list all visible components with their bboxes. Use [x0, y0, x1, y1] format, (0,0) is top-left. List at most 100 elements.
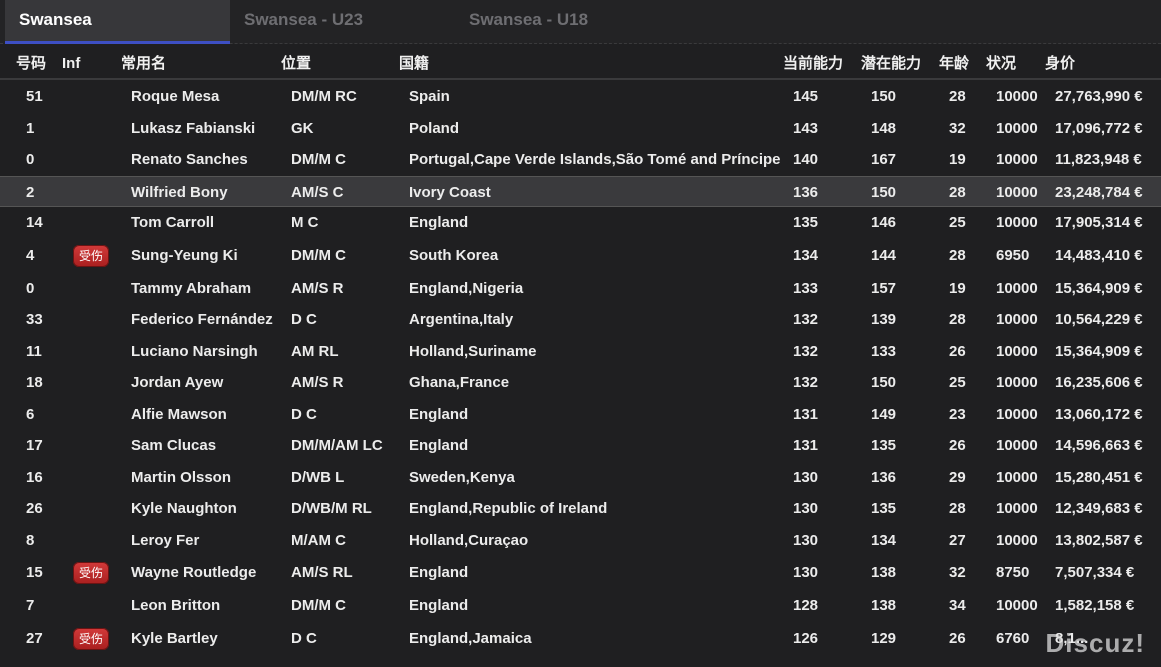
player-condition: 10000	[996, 119, 1038, 137]
player-condition: 10000	[996, 342, 1038, 360]
player-value: 15,364,909 €	[1055, 342, 1143, 360]
table-row[interactable]: 16 Martin Olsson D/WB L Sweden,Kenya 130 136 2…	[0, 462, 1161, 494]
player-potential-ability: 148	[871, 119, 897, 137]
player-number: 1	[26, 119, 35, 137]
table-row[interactable]: 0 Renato Sanches DM/M C Portugal,Cape Verde…	[0, 144, 1161, 176]
player-age: 23	[949, 405, 966, 423]
player-position: DM/M/AM LC	[291, 437, 383, 454]
tab-swansea-u23[interactable]: Swansea - U23	[230, 0, 455, 44]
player-number: 27	[26, 629, 43, 647]
player-number: 33	[26, 311, 43, 328]
player-number: 8	[26, 531, 35, 549]
player-nationality: Holland,Suriname	[409, 342, 537, 360]
player-potential-ability: 146	[871, 214, 897, 231]
column-header-age[interactable]: 年龄	[939, 50, 969, 78]
player-current-ability: 132	[793, 342, 819, 360]
tab-swansea-u18[interactable]: Swansea - U18	[455, 0, 680, 44]
player-number: 7	[26, 597, 35, 614]
table-row[interactable]: 18 Jordan Ayew AM/S R Ghana,France 132 150 25 1…	[0, 367, 1161, 399]
player-nationality: England	[409, 214, 469, 231]
player-name: Alfie Mawson	[131, 405, 227, 423]
player-position: D C	[291, 405, 317, 423]
player-current-ability: 131	[793, 437, 819, 454]
column-header-name[interactable]: 常用名	[121, 50, 166, 78]
player-age: 28	[949, 500, 966, 517]
column-header-condition[interactable]: 状况	[986, 50, 1016, 78]
player-position: AM/S C	[291, 183, 344, 201]
player-condition: 6760	[996, 629, 1030, 647]
player-potential-ability: 150	[871, 183, 897, 201]
player-name: Kyle Naughton	[131, 500, 237, 517]
table-row[interactable]: 15 受伤 Wayne Routledge AM/S RL England 130 138 3…	[0, 556, 1161, 590]
player-position: D C	[291, 629, 317, 647]
player-condition: 10000	[996, 500, 1038, 517]
player-value: 14,596,663 €	[1055, 437, 1143, 454]
table-row[interactable]: 11 Luciano Narsingh AM RL Holland,Suriname 1…	[0, 336, 1161, 368]
table-row[interactable]: 17 Sam Clucas DM/M/AM LC England 131 135 26 100…	[0, 430, 1161, 462]
table-row[interactable]: 0 Tammy Abraham AM/S R England,Nigeria 133 15…	[0, 273, 1161, 305]
player-value: 23,248,784 €	[1055, 183, 1143, 201]
table-row[interactable]: 7 Leon Britton DM/M C England 128 138 34 10000 1…	[0, 590, 1161, 622]
injury-badge: 受伤	[73, 627, 109, 650]
player-nationality: Ghana,France	[409, 374, 510, 391]
player-value: 12,349,683 €	[1055, 500, 1143, 517]
table-header: 号码 Inf 常用名 位置 国籍 当前能力 潜在能力 年龄 状况 身价	[0, 50, 1161, 80]
table-row[interactable]: 26 Kyle Naughton D/WB/M RL England,Republic…	[0, 493, 1161, 525]
player-potential-ability: 129	[871, 629, 897, 647]
player-age: 28	[949, 246, 966, 264]
player-name: Martin Olsson	[131, 468, 232, 486]
player-potential-ability: 134	[871, 531, 897, 549]
table-row[interactable]: 51 Roque Mesa DM/M RC Spain 145 150 28 10000 27,…	[0, 81, 1161, 113]
player-number: 16	[26, 468, 43, 486]
player-position: DM/M C	[291, 151, 346, 168]
table-row[interactable]: 33 Federico Fernández D C Argentina,Italy 13…	[0, 304, 1161, 336]
table-row[interactable]: 8 Leroy Fer M/AM C Holland,Curaçao 130 134 27 1…	[0, 525, 1161, 557]
player-inf: 受伤	[73, 622, 109, 656]
player-position: D/WB/M RL	[291, 500, 372, 517]
player-age: 26	[949, 437, 966, 454]
player-value: 17,096,772 €	[1055, 119, 1143, 137]
player-condition: 8750	[996, 564, 1030, 581]
column-header-position[interactable]: 位置	[281, 50, 311, 78]
player-number: 6	[26, 405, 35, 423]
column-header-value[interactable]: 身价	[1045, 50, 1075, 78]
table-row[interactable]: 4 受伤 Sung-Yeung Ki DM/M C South Korea 134 144 2…	[0, 239, 1161, 273]
player-current-ability: 130	[793, 500, 819, 517]
player-value: 11,823,948 €	[1055, 151, 1142, 168]
player-number: 18	[26, 374, 43, 391]
column-header-nationality[interactable]: 国籍	[399, 50, 429, 78]
player-current-ability: 145	[793, 88, 819, 105]
player-nationality: Sweden,Kenya	[409, 468, 515, 486]
player-potential-ability: 144	[871, 246, 897, 264]
table-row[interactable]: 2 Wilfried Bony AM/S C Ivory Coast 136 150 28 1…	[0, 175, 1161, 207]
column-header-current-ability[interactable]: 当前能力	[783, 50, 843, 78]
player-inf: 受伤	[73, 556, 109, 590]
player-number: 15	[26, 564, 43, 581]
player-position: DM/M C	[291, 246, 346, 264]
player-condition: 10000	[996, 183, 1038, 201]
player-potential-ability: 138	[871, 564, 897, 581]
table-row[interactable]: 14 Tom Carroll M C England 135 146 25 10000 17,9…	[0, 207, 1161, 239]
tab-swansea[interactable]: Swansea	[5, 0, 230, 44]
player-current-ability: 130	[793, 531, 819, 549]
squad-tab-bar: Swansea Swansea - U23 Swansea - U18	[0, 0, 1161, 44]
player-number: 26	[26, 500, 43, 517]
player-age: 34	[949, 597, 966, 614]
player-nationality: England,Republic of Ireland	[409, 500, 608, 517]
player-condition: 10000	[996, 88, 1038, 105]
table-row[interactable]: 1 Lukasz Fabianski GK Poland 143 148 32 10000 17…	[0, 113, 1161, 145]
column-header-inf[interactable]: Inf	[62, 50, 80, 78]
player-name: Federico Fernández	[131, 311, 273, 328]
player-condition: 10000	[996, 374, 1038, 391]
player-name: Roque Mesa	[131, 88, 220, 105]
column-header-potential-ability[interactable]: 潜在能力	[861, 50, 921, 78]
table-row[interactable]: 27 受伤 Kyle Bartley D C England,Jamaica 126 129…	[0, 622, 1161, 656]
player-condition: 10000	[996, 214, 1038, 231]
player-number: 0	[26, 279, 35, 297]
player-name: Leon Britton	[131, 597, 221, 614]
column-header-number[interactable]: 号码	[16, 50, 46, 78]
table-row[interactable]: 6 Alfie Mawson D C England 131 149 23 10000 13,0…	[0, 399, 1161, 431]
player-nationality: Ivory Coast	[409, 183, 491, 201]
player-current-ability: 134	[793, 246, 819, 264]
player-value: 13,060,172 €	[1055, 405, 1143, 423]
